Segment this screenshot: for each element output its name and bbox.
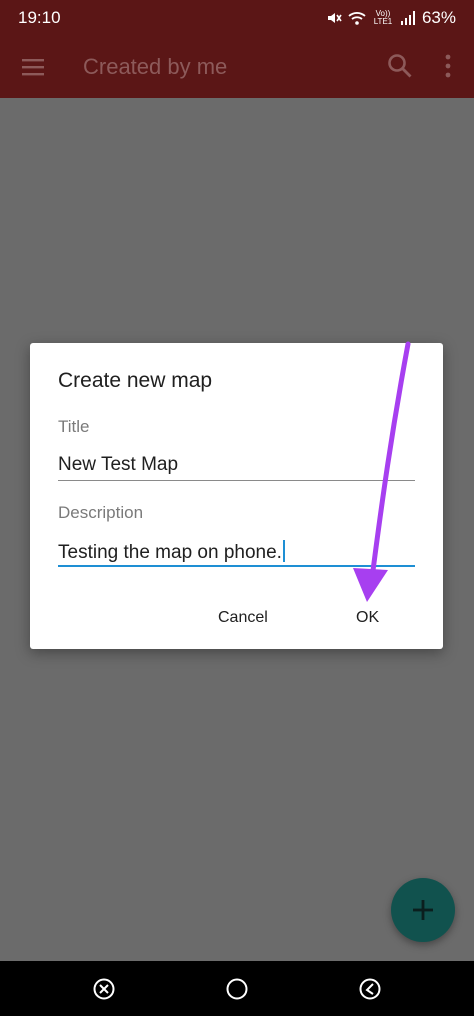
title-field-label: Title (58, 417, 90, 436)
text-caret (282, 540, 285, 562)
mute-icon (327, 13, 342, 23)
wifi-icon (348, 12, 366, 25)
app-bar: Created by me (0, 36, 474, 98)
signal-icon (400, 11, 415, 25)
description-input-underline (58, 565, 415, 567)
create-map-dialog: Create new map Title New Test Map Descri… (30, 343, 443, 649)
recents-icon[interactable] (92, 977, 116, 1001)
search-icon[interactable] (386, 52, 414, 80)
description-input-text: Testing the map on phone. (58, 542, 282, 563)
ok-button[interactable]: OK (356, 609, 379, 627)
page-title: Created by me (83, 54, 228, 79)
dialog-title: Create new map (58, 369, 213, 392)
home-icon[interactable] (225, 977, 249, 1001)
add-map-button[interactable] (391, 878, 455, 942)
status-time: 19:10 (18, 8, 61, 27)
description-field-label: Description (58, 503, 144, 522)
battery-level: 63% (421, 8, 456, 27)
status-icons: Vo)) LTE1 63% (326, 8, 456, 28)
menu-icon[interactable] (20, 54, 46, 80)
system-nav-bar (0, 961, 474, 1016)
back-icon[interactable] (358, 977, 382, 1001)
title-input-underline (58, 480, 415, 481)
title-input[interactable]: New Test Map (58, 454, 178, 476)
description-input[interactable]: Testing the map on phone. (58, 540, 285, 564)
status-bar: 19:10 Vo)) LTE1 63% (0, 0, 474, 36)
plus-icon (413, 900, 433, 920)
network-label: Vo)) LTE1 (373, 9, 393, 26)
cancel-button[interactable]: Cancel (218, 609, 268, 627)
more-options-icon[interactable] (436, 52, 460, 80)
